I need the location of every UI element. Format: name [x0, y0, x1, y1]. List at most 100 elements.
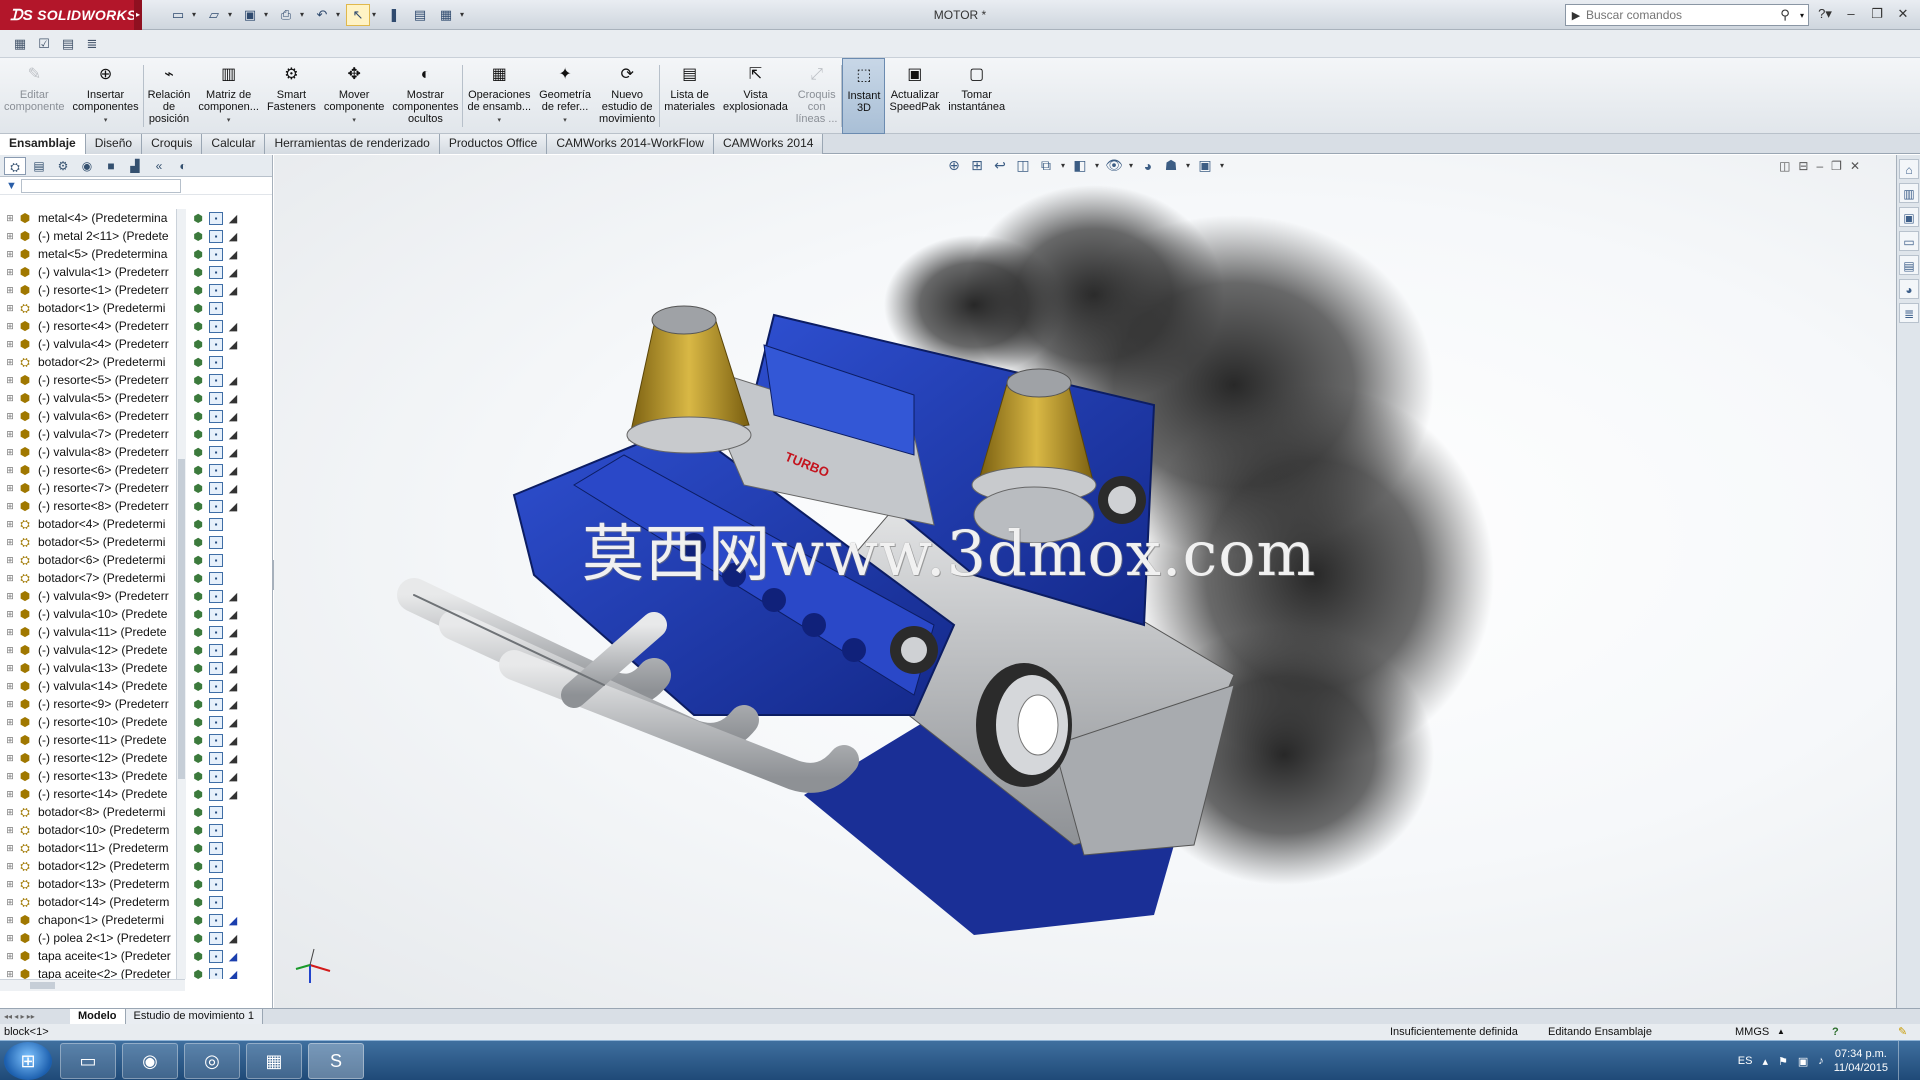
- layers-icon[interactable]: ≣: [82, 34, 102, 54]
- collapse-panel-icon[interactable]: «: [148, 157, 170, 175]
- tree-row[interactable]: ⊞ ⬢ (-) valvula<7> (Predeterr: [0, 425, 185, 443]
- cmd-move-component[interactable]: ✥ Mover componente ▾: [320, 58, 389, 134]
- grid-icon[interactable]: ▦: [10, 34, 30, 54]
- visibility-icon[interactable]: ▪: [209, 373, 223, 387]
- tree-row[interactable]: ⊞ ⛭ botador<8> (Predetermi: [0, 803, 185, 821]
- start-button[interactable]: ⊞: [4, 1042, 52, 1080]
- camworks-icon[interactable]: ■: [100, 157, 122, 175]
- visibility-icon[interactable]: ▪: [209, 841, 223, 855]
- expand-icon[interactable]: ⊞: [4, 411, 16, 422]
- tree-row[interactable]: ⊞ ⬢ tapa aceite<2> (Predeter: [0, 965, 185, 979]
- units-selector[interactable]: MMGS: [1735, 1024, 1769, 1040]
- visibility-icon[interactable]: ▪: [209, 895, 223, 909]
- rebuild-icon[interactable]: ❚: [382, 4, 406, 26]
- dropdown-arrow-icon[interactable]: ▾: [498, 115, 502, 127]
- select-icon[interactable]: ↖: [346, 4, 370, 26]
- expand-icon[interactable]: ⊞: [4, 843, 16, 854]
- tree-row[interactable]: ⊞ ⬢ (-) valvula<6> (Predeterr: [0, 407, 185, 425]
- visibility-icon[interactable]: ▪: [209, 967, 223, 979]
- dropdown-arrow-icon[interactable]: ▾: [563, 115, 567, 127]
- cmd-fasteners[interactable]: ⚙ Smart Fasteners: [263, 58, 320, 134]
- tree-row[interactable]: ⊞ ⬢ (-) valvula<8> (Predeterr: [0, 443, 185, 461]
- expand-icon[interactable]: ⊞: [4, 861, 16, 872]
- tree-horizontal-scrollbar[interactable]: [0, 979, 185, 991]
- open-dropdown[interactable]: ▾: [228, 4, 236, 26]
- network-icon[interactable]: ▣: [1798, 1055, 1808, 1068]
- expand-icon[interactable]: ⊞: [4, 789, 16, 800]
- open-icon[interactable]: ▱: [202, 4, 226, 26]
- tree-row[interactable]: ⊞ ⬢ (-) valvula<9> (Predeterr: [0, 587, 185, 605]
- expand-icon[interactable]: ⊞: [4, 645, 16, 656]
- tree-row[interactable]: ⊞ ⛭ botador<4> (Predetermi: [0, 515, 185, 533]
- tree-row[interactable]: ⊞ ⛭ botador<13> (Predeterm: [0, 875, 185, 893]
- expand-icon[interactable]: ⊞: [4, 771, 16, 782]
- expand-icon[interactable]: ⊞: [4, 429, 16, 440]
- property-manager-icon[interactable]: ▤: [28, 157, 50, 175]
- tree-row[interactable]: ⊞ ⬢ (-) resorte<7> (Predeterr: [0, 479, 185, 497]
- dropdown-arrow-icon[interactable]: ▾: [352, 115, 356, 127]
- tree-row[interactable]: ⊞ ⛭ botador<5> (Predetermi: [0, 533, 185, 551]
- expand-icon[interactable]: ⊞: [4, 627, 16, 638]
- visibility-icon[interactable]: ▪: [209, 859, 223, 873]
- feature-tree-icon[interactable]: ⛭: [4, 157, 26, 175]
- cmd-snapshot[interactable]: ▢ Tomar instantánea: [944, 58, 1009, 134]
- dimxpert-icon[interactable]: ◉: [76, 157, 98, 175]
- design-library-icon[interactable]: ▥: [1899, 183, 1919, 203]
- solidworks-icon[interactable]: S: [308, 1043, 364, 1079]
- expand-icon[interactable]: ⊞: [4, 267, 16, 278]
- dropdown-arrow-icon[interactable]: ▾: [104, 115, 108, 127]
- configuration-icon[interactable]: ⚙: [52, 157, 74, 175]
- tree-row[interactable]: ⊞ ⬢ (-) valvula<5> (Predeterr: [0, 389, 185, 407]
- tree-row[interactable]: ⊞ ⛭ botador<10> (Predeterm: [0, 821, 185, 839]
- tree-row[interactable]: ⊞ ⬢ metal<4> (Predetermina: [0, 209, 185, 227]
- restore-icon[interactable]: ❐: [1866, 4, 1888, 24]
- visibility-icon[interactable]: ▪: [209, 247, 223, 261]
- filter-icon[interactable]: ▼: [6, 180, 17, 192]
- media-icon[interactable]: ◎: [184, 1043, 240, 1079]
- visibility-icon[interactable]: ▪: [209, 769, 223, 783]
- show-desktop-button[interactable]: [1898, 1041, 1910, 1080]
- tree-row[interactable]: ⊞ ⛭ botador<6> (Predetermi: [0, 551, 185, 569]
- expand-icon[interactable]: ⊞: [4, 915, 16, 926]
- help-icon[interactable]: ?▾: [1814, 4, 1836, 24]
- file-explorer-icon[interactable]: ▣: [1899, 207, 1919, 227]
- visibility-icon[interactable]: ▪: [209, 571, 223, 585]
- rebuild-status-icon[interactable]: ✎: [1898, 1024, 1907, 1040]
- tree-row[interactable]: ⊞ ⬢ (-) resorte<13> (Predete: [0, 767, 185, 785]
- cmd-show-hidden[interactable]: ◐ Mostrar componentes ocultos: [388, 58, 462, 134]
- appearances-icon[interactable]: ◕: [1899, 279, 1919, 299]
- display-manager-icon[interactable]: ▟: [124, 157, 146, 175]
- visibility-icon[interactable]: ▪: [209, 679, 223, 693]
- tree-row[interactable]: ⊞ ⬢ tapa aceite<1> (Predeter: [0, 947, 185, 965]
- tab-croquis[interactable]: Croquis: [142, 134, 203, 154]
- tree-row[interactable]: ⊞ ⛭ botador<2> (Predetermi: [0, 353, 185, 371]
- visibility-icon[interactable]: ▪: [209, 535, 223, 549]
- tree-row[interactable]: ⊞ ⛭ botador<7> (Predetermi: [0, 569, 185, 587]
- minimize-icon[interactable]: –: [1840, 4, 1862, 24]
- graphics-viewport[interactable]: ⊕ ⊞ ↩ ◫ ⧉▾ ◧▾ 👁▾ ◕ ☗▾ ▣▾ ◫ ⊟ – ❐ ✕: [274, 155, 1896, 1008]
- tab-modelo[interactable]: Modelo: [70, 1008, 126, 1025]
- tab-ensamblaje[interactable]: Ensamblaje: [0, 134, 86, 154]
- expand-icon[interactable]: ⊞: [4, 303, 16, 314]
- print-dropdown[interactable]: ▾: [300, 4, 308, 26]
- tree-row[interactable]: ⊞ ⬢ (-) resorte<9> (Predeterr: [0, 695, 185, 713]
- expand-icon[interactable]: ⊞: [4, 969, 16, 980]
- cmd-mate[interactable]: ⌁ Relación de posición: [144, 58, 195, 134]
- folder-icon[interactable]: ▭: [1899, 231, 1919, 251]
- expand-icon[interactable]: ⊞: [4, 807, 16, 818]
- visibility-icon[interactable]: ▪: [209, 553, 223, 567]
- expand-icon[interactable]: ⊞: [4, 951, 16, 962]
- expand-icon[interactable]: ⊞: [4, 573, 16, 584]
- action-center-icon[interactable]: ⚑: [1778, 1055, 1788, 1068]
- file-props-icon[interactable]: ▤: [408, 4, 432, 26]
- expand-icon[interactable]: ⊞: [4, 249, 16, 260]
- tab-productos-office[interactable]: Productos Office: [439, 134, 548, 154]
- visibility-icon[interactable]: ▪: [209, 319, 223, 333]
- cmd-explode-line-sketch[interactable]: ⤢ Croquis con líneas ...: [792, 58, 842, 134]
- print-icon[interactable]: ⎙: [274, 4, 298, 26]
- cmd-instant3d[interactable]: ⬚ Instant 3D: [842, 58, 886, 134]
- expand-icon[interactable]: ⊞: [4, 663, 16, 674]
- tree-row[interactable]: ⊞ ⛭ botador<14> (Predeterm: [0, 893, 185, 911]
- expand-icon[interactable]: ⊞: [4, 897, 16, 908]
- visibility-icon[interactable]: ▪: [209, 499, 223, 513]
